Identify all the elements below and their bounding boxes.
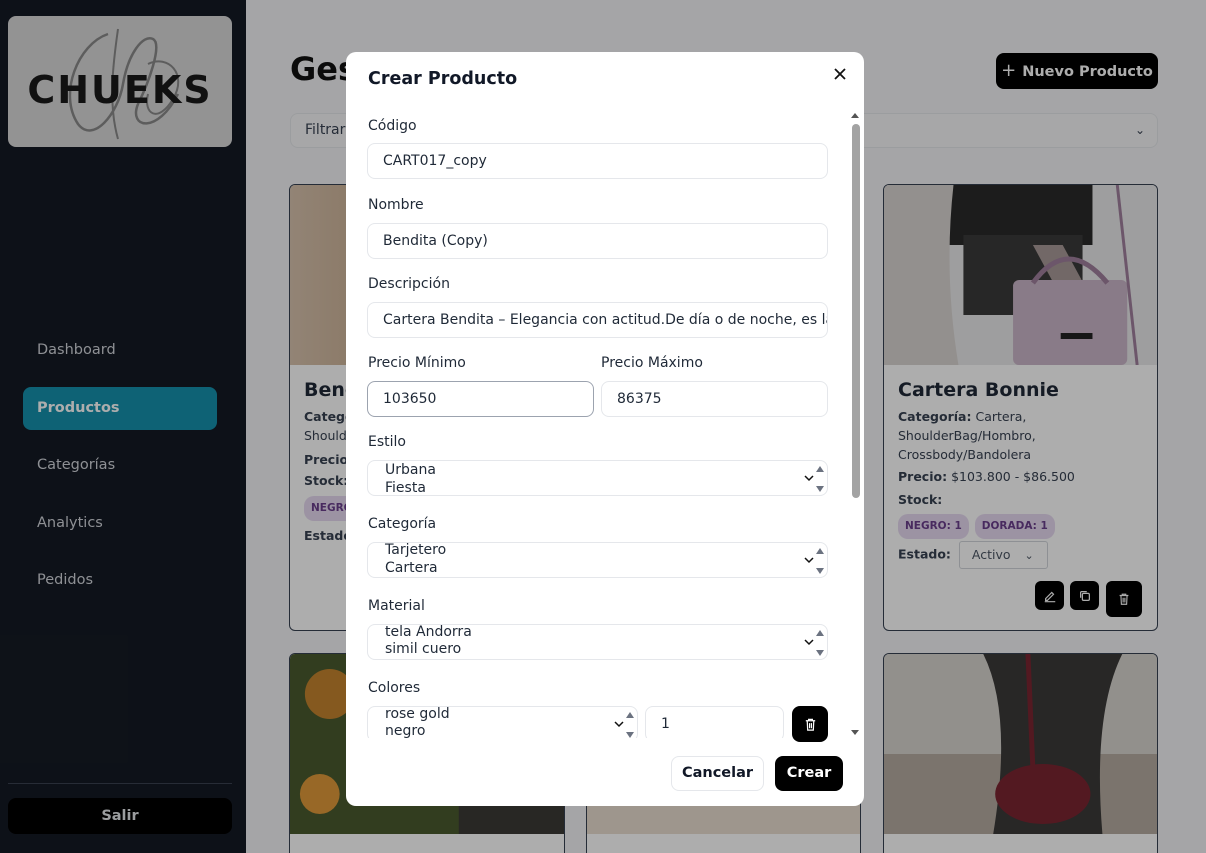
scroll-arrows-icon[interactable]	[623, 707, 637, 738]
colores-select[interactable]: rose gold negro	[367, 706, 638, 738]
precio-max-label: Precio Máximo	[601, 355, 703, 371]
colores-label: Colores	[368, 680, 421, 696]
color-option[interactable]: negro	[385, 723, 425, 738]
precio-min-field[interactable]: 103650	[367, 381, 594, 417]
material-label: Material	[368, 598, 425, 614]
cancel-button[interactable]: Cancelar	[671, 756, 764, 791]
close-icon[interactable]	[830, 64, 850, 84]
estilo-option[interactable]: Urbana	[385, 462, 436, 479]
categoria-option[interactable]: Tarjetero	[385, 543, 446, 559]
estilo-select[interactable]: Urbana Fiesta	[367, 460, 828, 496]
codigo-label: Código	[368, 118, 417, 134]
descripcion-field[interactable]: Cartera Bendita – Elegancia con actitud.…	[367, 302, 828, 338]
material-select[interactable]: tela Andorra simil cuero	[367, 624, 828, 660]
nombre-field[interactable]: Bendita (Copy)	[367, 223, 828, 259]
precio-min-label: Precio Mínimo	[368, 355, 466, 371]
modal-title: Crear Producto	[368, 69, 518, 89]
estilo-label: Estilo	[368, 434, 406, 450]
codigo-field[interactable]: CART017_copy	[367, 143, 828, 179]
create-product-modal: Crear Producto Código CART017_copy Nombr…	[346, 52, 864, 806]
categoria-select[interactable]: Tarjetero Cartera	[367, 542, 828, 578]
modal-scrollbar-thumb[interactable]	[852, 124, 860, 498]
nombre-label: Nombre	[368, 197, 424, 213]
precio-max-field[interactable]: 86375	[601, 381, 828, 417]
categoria-label: Categoría	[368, 516, 437, 532]
material-option[interactable]: simil cuero	[385, 641, 461, 658]
categoria-option[interactable]: Cartera	[385, 560, 438, 577]
scroll-arrows-icon[interactable]	[813, 625, 827, 660]
scroll-arrows-icon[interactable]	[813, 543, 827, 578]
remove-color-button[interactable]	[792, 706, 828, 742]
material-option[interactable]: tela Andorra	[385, 625, 472, 641]
color-option[interactable]: rose gold	[385, 707, 450, 723]
create-button[interactable]: Crear	[775, 756, 843, 791]
modal-form: Código CART017_copy Nombre Bendita (Copy…	[346, 110, 864, 738]
descripcion-label: Descripción	[368, 276, 450, 292]
color-quantity-field[interactable]: 1	[645, 706, 784, 738]
trash-icon	[805, 718, 815, 731]
estilo-option[interactable]: Fiesta	[385, 480, 426, 495]
scroll-arrows-icon[interactable]	[813, 461, 827, 496]
